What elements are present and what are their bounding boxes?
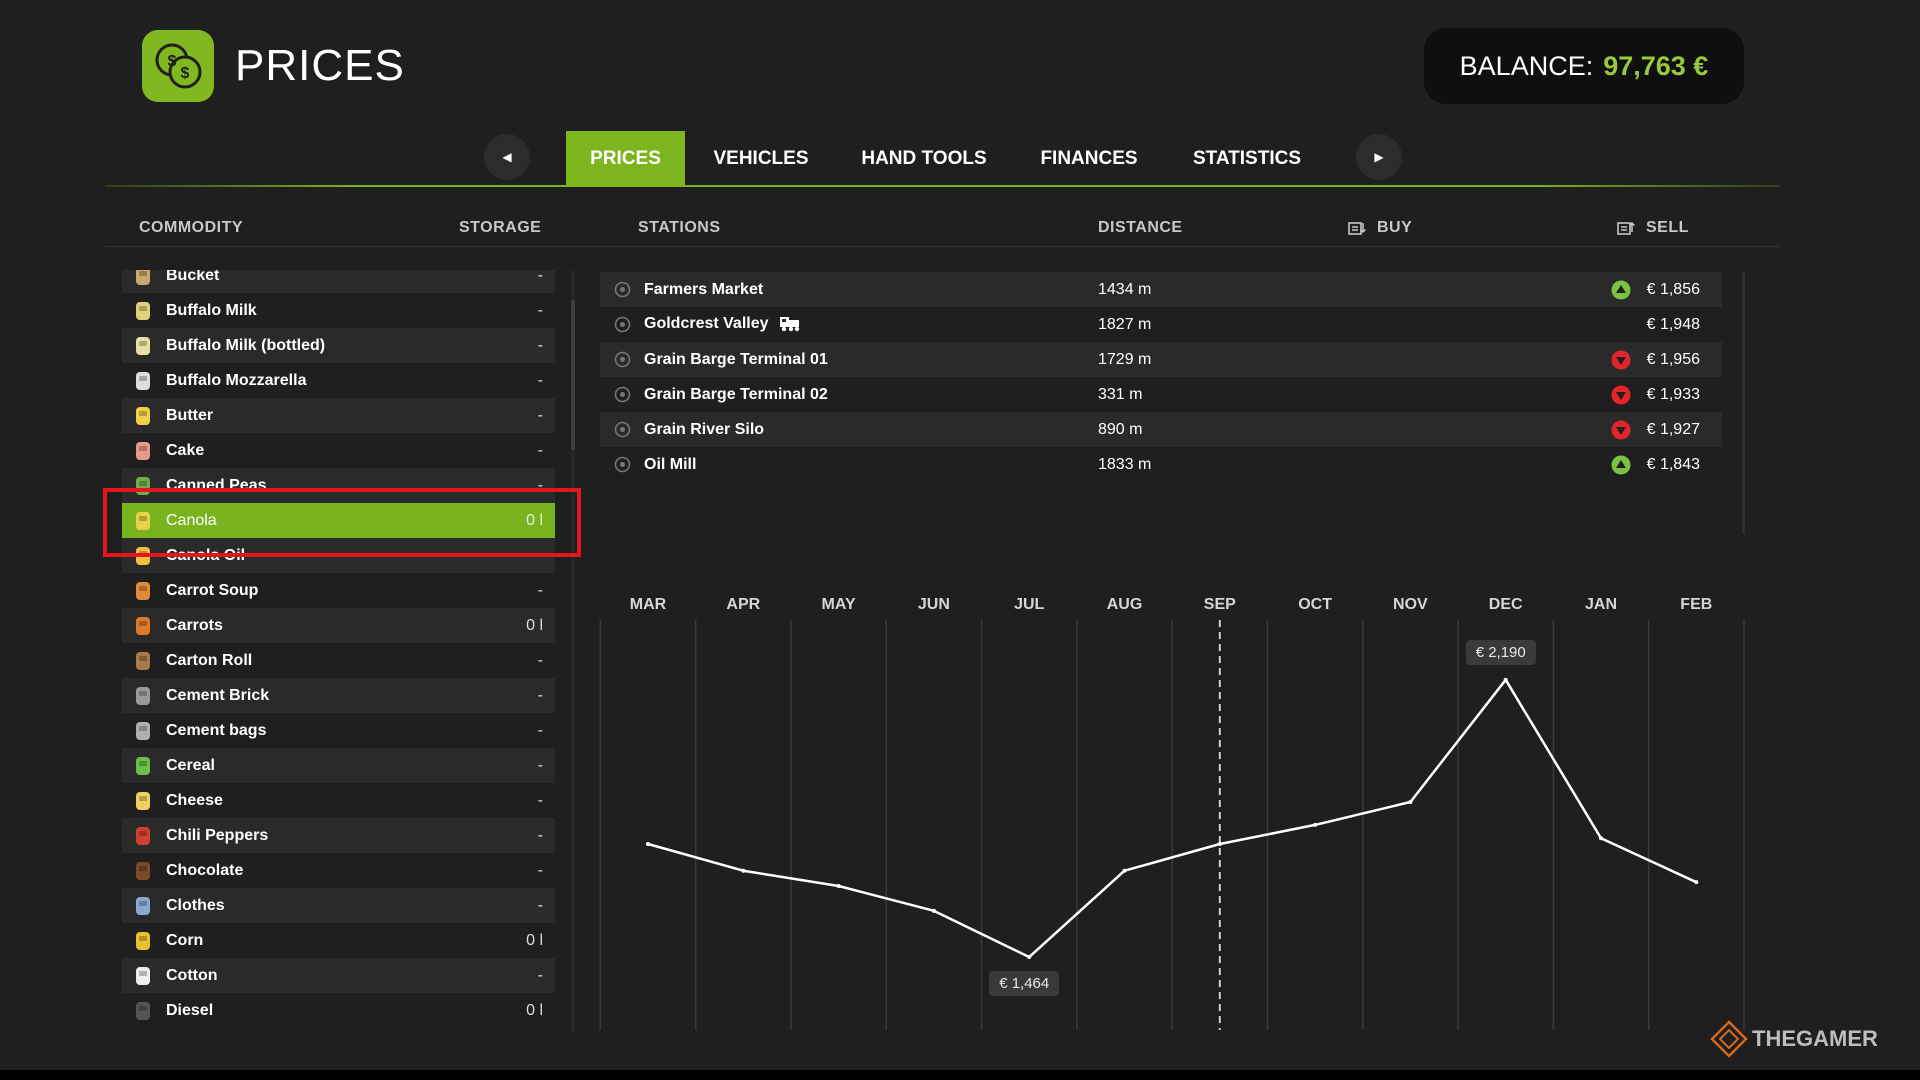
price-point-dec [1503,677,1508,682]
price-point-jan [1599,836,1603,841]
price-point-jun [931,908,936,913]
price-point-mar [646,842,650,846]
bottom-bar [0,1070,1920,1080]
watermark: THEGAMER [1710,1020,1878,1058]
price-point-may [836,884,841,888]
price-point-oct [1313,822,1318,827]
price-point-aug [1122,868,1127,873]
price-point-jul [1027,955,1032,960]
watermark-text: THEGAMER [1752,1026,1878,1051]
min-price-tag: € 1,464 [989,971,1060,997]
price-point-nov [1408,800,1413,804]
price-point-apr [741,868,746,873]
max-price-tag: € 2,190 [1465,639,1536,665]
price-point-feb [1694,880,1699,885]
thegamer-logo-icon [1710,1020,1748,1058]
price-history-chart [599,620,1745,1030]
price-point-sep [1217,842,1222,846]
